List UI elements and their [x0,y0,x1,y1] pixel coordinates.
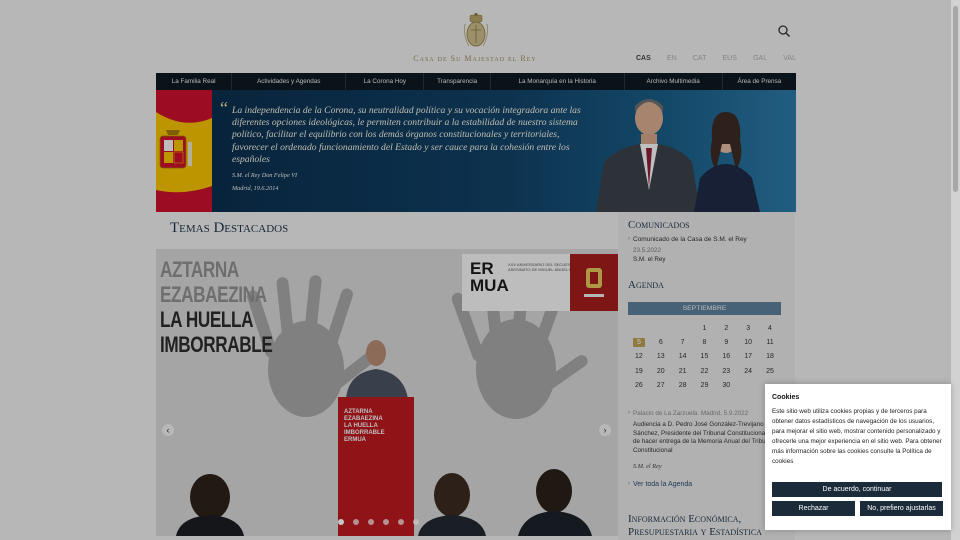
cookie-accept-button[interactable]: De acuerdo, continuar [772,482,942,497]
cookie-text: Este sitio web utiliza cookies propias y… [772,408,942,465]
page: Casa de Su Majestad el Rey CAS EN CAT EU… [0,0,960,540]
cookie-reject-button[interactable]: Rechazar [772,501,855,516]
scrollbar[interactable] [951,0,960,540]
cookie-title: Cookies [772,394,800,401]
cookie-dialog: Cookies Este sitio web utiliza cookies p… [765,384,951,530]
scrollbar-thumb[interactable] [953,6,958,192]
cookie-adjust-button[interactable]: No, prefiero ajustarlas [860,501,943,516]
